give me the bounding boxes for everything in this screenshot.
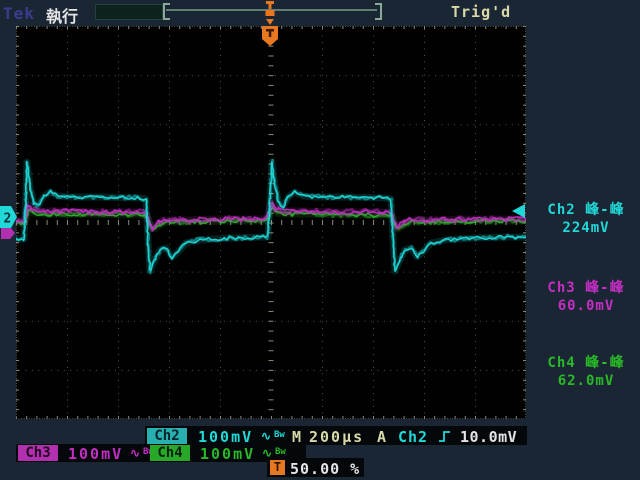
horizontal-position-value: 50.00 % (290, 460, 361, 478)
trigger-position-flag-icon (262, 19, 278, 46)
measurement-type: 峰-峰 (585, 355, 625, 371)
measurement-type: 峰-峰 (585, 202, 625, 218)
rising-edge-icon (439, 431, 450, 442)
trigger-status: Trig'd (451, 3, 512, 21)
horizontal-trigger-icon: T (270, 460, 285, 475)
measurement-channel: Ch3 (547, 280, 576, 296)
ch2-scale: 100mV (198, 428, 254, 446)
measurement-value: 224mV (562, 220, 610, 236)
ch3-label-box: Ch3 (18, 445, 58, 461)
measurement-value: 62.0mV (557, 373, 615, 389)
timebase-label: M (292, 428, 304, 446)
acquisition-status-box (95, 4, 163, 20)
measurement-value: 60.0mV (557, 298, 615, 314)
graticule (14, 26, 527, 420)
ch3-coupling-icon: ∿ (130, 446, 141, 460)
measurement-channel: Ch2 (547, 202, 576, 218)
ch4-label-box: Ch4 (150, 445, 190, 461)
ch4-coupling-icon: ∿ (262, 446, 273, 460)
ch3-scale: 100mV (68, 445, 124, 463)
waveform-canvas (14, 26, 527, 420)
trigger-level: 10.0mV (460, 428, 518, 446)
scope-screen: Tek 執行 Trig'd 2 Ch2 峰-峰 224mV Ch3 峰-峰 60… (0, 0, 640, 480)
ch2-coupling-icon: ∿ (261, 429, 272, 443)
measurement-channel: Ch4 (547, 355, 576, 371)
ch4-scale: 100mV (200, 445, 256, 463)
acquisition-run-status: 執行 (46, 7, 79, 26)
record-view-bracket-left (163, 3, 170, 20)
tek-logo: Tek (3, 4, 35, 23)
measurement-type: 峰-峰 (585, 280, 625, 296)
measurement-ch2-pkpk: Ch2 峰-峰 224mV (534, 201, 638, 237)
ch4-bandwidth-icon: Bw (275, 447, 286, 457)
measurement-ch4-pkpk: Ch4 峰-峰 62.0mV (534, 354, 638, 390)
ch2-label-box: Ch2 (147, 428, 187, 444)
trigger-source: Ch2 (398, 428, 429, 446)
trigger-mode: A (377, 428, 389, 446)
ch2-bandwidth-icon: Bw (274, 430, 285, 440)
ch3-ground-marker (1, 227, 15, 239)
trigger-level-arrow-icon (512, 204, 525, 218)
ch2-marker-label: 2 (4, 212, 12, 227)
trigger-position-record-icon (265, 1, 275, 16)
record-view-bracket-right (375, 3, 382, 20)
measurement-ch3-pkpk: Ch3 峰-峰 60.0mV (534, 279, 638, 315)
timebase-value: 200µs (309, 428, 365, 446)
ch2-ground-marker: 2 (0, 206, 17, 228)
